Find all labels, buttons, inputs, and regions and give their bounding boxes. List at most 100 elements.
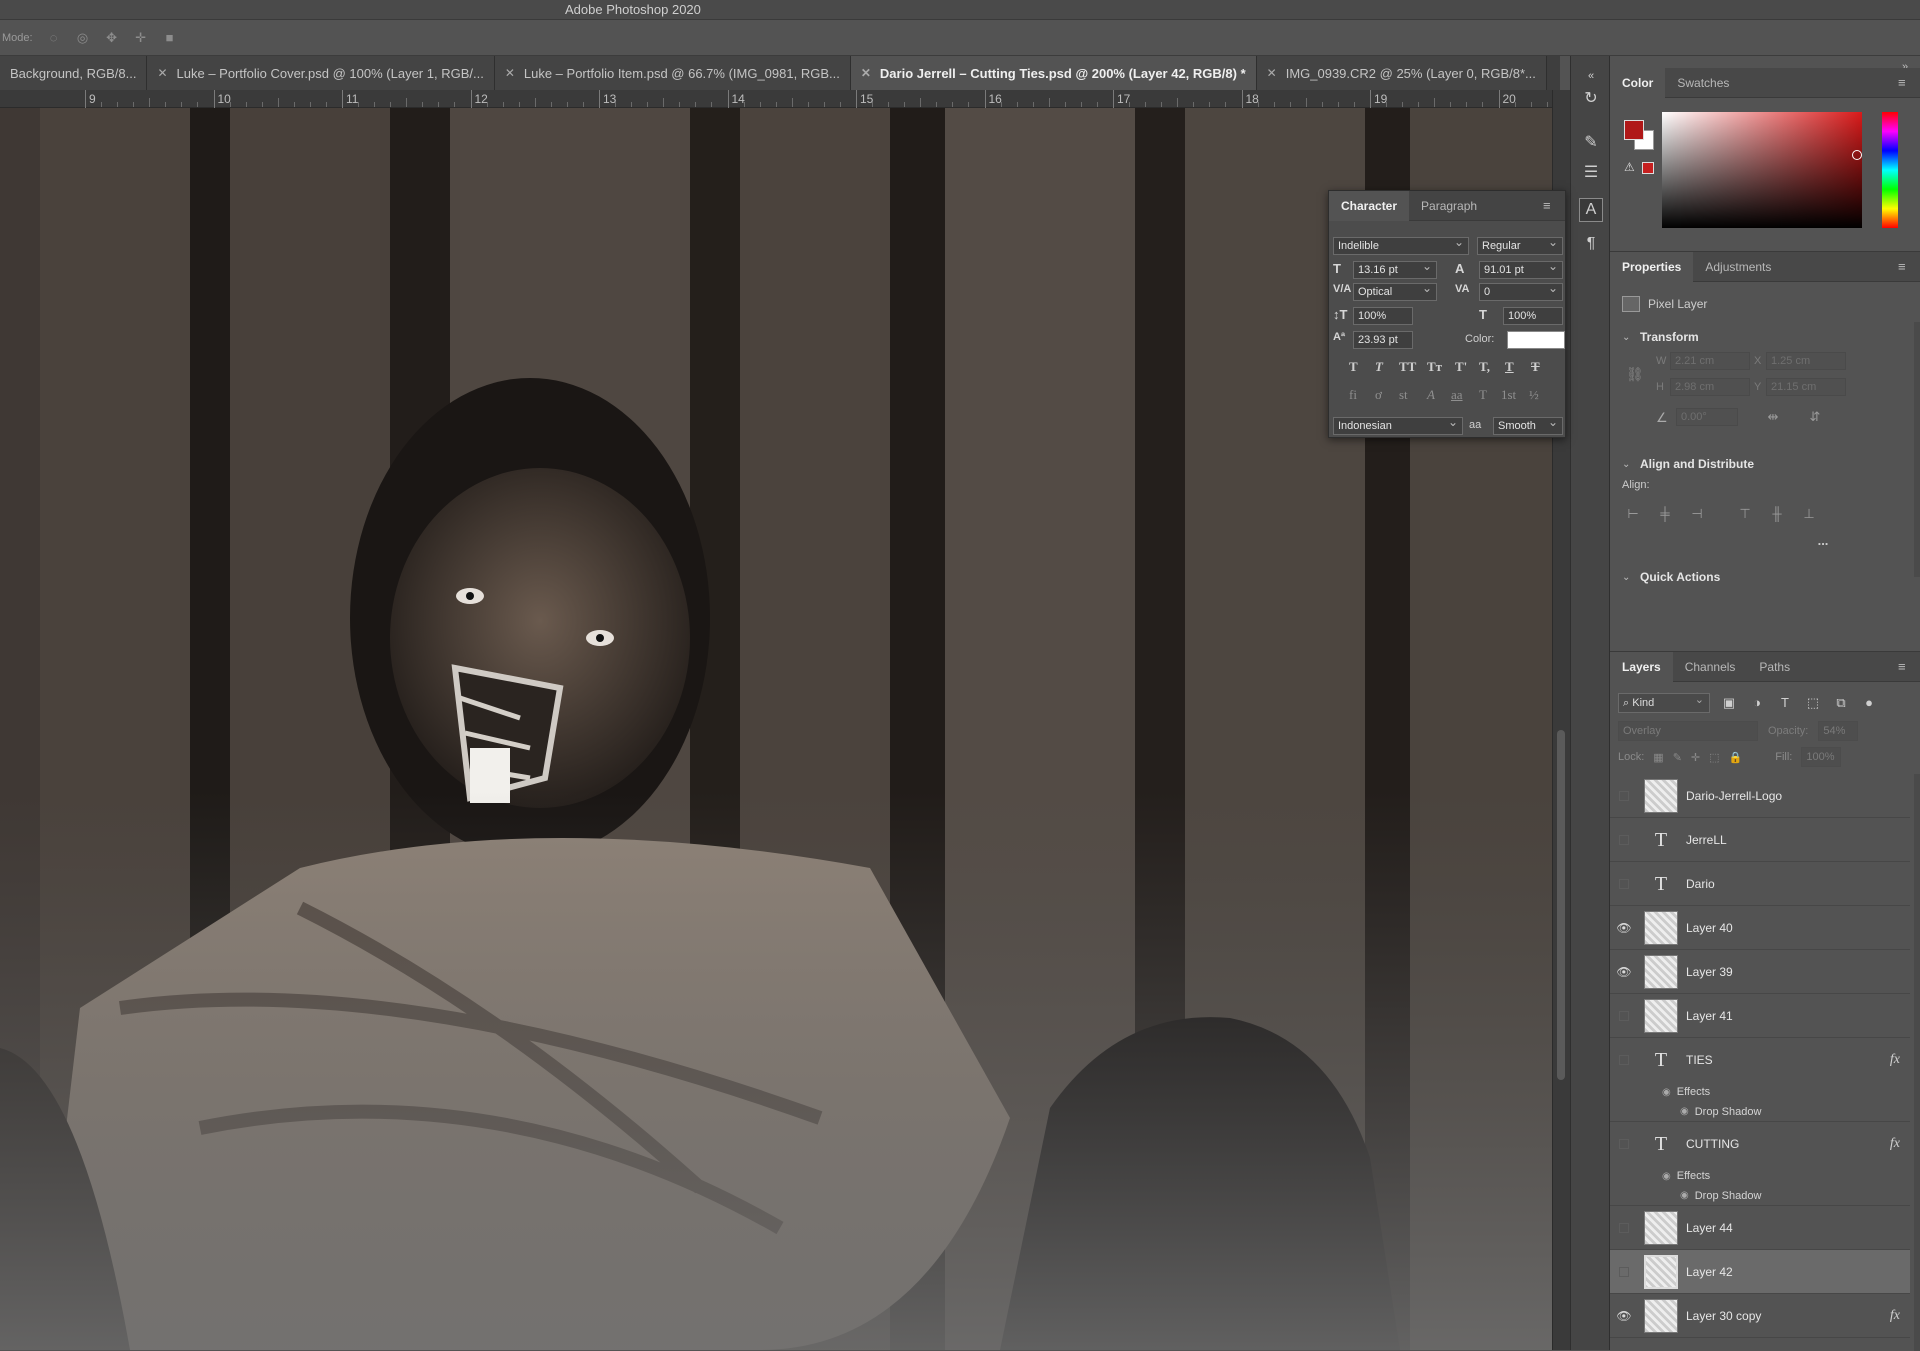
character-panel-icon[interactable]: A xyxy=(1579,198,1603,222)
blend-mode-select[interactable]: Overlay xyxy=(1618,721,1758,741)
visibility-toggle[interactable] xyxy=(1619,834,1629,845)
angle-field[interactable]: 0.00° xyxy=(1676,408,1738,426)
panel-menu-icon[interactable]: ≡ xyxy=(1543,199,1557,213)
antialias-select[interactable]: Smooth xyxy=(1493,414,1563,435)
align-section-header[interactable]: ⌄ Align and Distribute xyxy=(1622,457,1754,471)
height-field[interactable]: 2.98 cm xyxy=(1670,378,1750,396)
eye-icon[interactable]: ◉ xyxy=(1680,1190,1689,1201)
layer-row[interactable]: Layer 41 xyxy=(1610,994,1910,1038)
layer-row[interactable]: Dario-Jerrell-Logo xyxy=(1610,774,1910,818)
panel-menu-icon[interactable]: ≡ xyxy=(1898,76,1912,90)
faux-italic-button[interactable]: T xyxy=(1375,359,1383,375)
discretionary-ligatures-button[interactable]: st xyxy=(1399,387,1408,403)
align-top-edges-icon[interactable]: ⊤ xyxy=(1736,505,1754,523)
properties-scrollbar[interactable] xyxy=(1914,322,1920,577)
superscript-button[interactable]: T' xyxy=(1455,359,1467,375)
align-horizontal-centers-icon[interactable]: ╪ xyxy=(1656,505,1674,523)
color-picker-ring[interactable] xyxy=(1852,150,1862,160)
align-left-edges-icon[interactable]: ⊢ xyxy=(1624,505,1642,523)
tab-paragraph[interactable]: Paragraph xyxy=(1409,191,1489,221)
adjustment-filter-icon[interactable]: ◑ xyxy=(1748,694,1766,712)
panel-menu-icon[interactable]: ≡ xyxy=(1898,260,1912,274)
fx-icon[interactable]: fx xyxy=(1890,1052,1900,1068)
align-vertical-centers-icon[interactable]: ╫ xyxy=(1768,505,1786,523)
eye-icon[interactable]: 👁 xyxy=(1610,1309,1638,1323)
opacity-field[interactable]: 54% xyxy=(1818,721,1859,741)
filter-toggle-icon[interactable]: ● xyxy=(1860,694,1878,712)
eye-icon[interactable]: ◉ xyxy=(1662,1087,1671,1098)
paragraph-panel-icon[interactable]: ¶ xyxy=(1579,232,1603,256)
eye-icon[interactable]: 👁 xyxy=(1610,921,1638,935)
lock-position-icon[interactable]: ✛ xyxy=(1691,751,1700,764)
horizontal-ruler[interactable]: 9 10 11 12 13 14 15 16 17 18 19 20 xyxy=(0,90,1612,108)
close-icon[interactable]: ✕ xyxy=(861,66,871,80)
tab-swatches[interactable]: Swatches xyxy=(1665,68,1741,98)
strikethrough-button[interactable]: T xyxy=(1531,359,1540,375)
effects-row[interactable]: ◉ Effects xyxy=(1610,1082,1910,1102)
tab-layers[interactable]: Layers xyxy=(1610,651,1673,682)
layer-row[interactable]: T Dario xyxy=(1610,862,1910,906)
drop-shadow-row[interactable]: ◉ Drop Shadow xyxy=(1610,1186,1910,1206)
layer-row[interactable]: 👁 Layer 39 xyxy=(1610,950,1910,994)
close-icon[interactable]: ✕ xyxy=(505,66,515,80)
layer-row[interactable]: T TIES fx xyxy=(1610,1038,1910,1082)
tab-document-1[interactable]: Background, RGB/8... xyxy=(0,56,148,90)
shape-filter-icon[interactable]: ⬚ xyxy=(1804,694,1822,712)
fx-icon[interactable]: fx xyxy=(1890,1136,1900,1152)
eye-icon[interactable]: ◉ xyxy=(1662,1171,1671,1182)
type-filter-icon[interactable]: T xyxy=(1776,694,1794,712)
document-canvas[interactable] xyxy=(0,108,1552,1350)
align-bottom-edges-icon[interactable]: ⊥ xyxy=(1800,505,1818,523)
close-icon[interactable]: ✕ xyxy=(157,66,167,80)
layer-row[interactable]: 👁 Layer 30 copy fx xyxy=(1610,1294,1910,1338)
link-icon[interactable]: ⛓ xyxy=(1626,366,1644,383)
lock-all-icon[interactable]: 🔒 xyxy=(1729,751,1743,764)
quick-actions-header[interactable]: ⌄ Quick Actions xyxy=(1622,570,1720,584)
layer-row[interactable]: T CUTTING fx xyxy=(1610,1122,1910,1166)
titling-alternates-button[interactable]: T xyxy=(1479,387,1487,403)
lock-artboard-icon[interactable]: ⬚ xyxy=(1709,751,1719,764)
fx-icon[interactable]: fx xyxy=(1890,1308,1900,1324)
layer-row[interactable]: 👁 Layer 40 xyxy=(1610,906,1910,950)
tab-document-2[interactable]: ✕ Luke – Portfolio Cover.psd @ 100% (Laye… xyxy=(147,56,495,90)
tab-adjustments[interactable]: Adjustments xyxy=(1693,252,1783,282)
foreground-color-swatch[interactable] xyxy=(1624,120,1644,140)
visibility-toggle[interactable] xyxy=(1619,790,1629,801)
tab-character[interactable]: Character xyxy=(1329,190,1410,221)
align-right-edges-icon[interactable]: ⊣ xyxy=(1688,505,1706,523)
ordinals-button[interactable]: 1st xyxy=(1501,387,1516,403)
visibility-toggle[interactable] xyxy=(1619,1222,1629,1233)
flip-vertical-icon[interactable]: ⇵ xyxy=(1806,408,1824,426)
vertical-scale-field[interactable]: 100% xyxy=(1353,307,1413,325)
font-style-select[interactable]: Regular xyxy=(1477,234,1563,255)
stylistic-alternates-button[interactable]: aa xyxy=(1451,387,1463,403)
lock-pixels-icon[interactable]: ✎ xyxy=(1673,751,1682,764)
y-field[interactable]: 21.15 cm xyxy=(1766,378,1846,396)
tab-channels[interactable]: Channels xyxy=(1673,652,1748,682)
layer-row[interactable]: T JerreLL xyxy=(1610,818,1910,862)
effects-row[interactable]: ◉ Effects xyxy=(1610,1166,1910,1186)
filter-kind-select[interactable]: ⌕ Kind xyxy=(1618,691,1710,713)
text-color-swatch[interactable] xyxy=(1507,331,1565,349)
ligatures-button[interactable]: fi xyxy=(1349,387,1357,403)
tracking-select[interactable]: 0 xyxy=(1479,280,1563,301)
visibility-toggle[interactable] xyxy=(1619,1139,1629,1149)
all-caps-button[interactable]: TT xyxy=(1399,359,1416,375)
subscript-button[interactable]: T, xyxy=(1479,359,1490,375)
baseline-shift-field[interactable]: 23.93 pt xyxy=(1353,331,1413,349)
tab-document-4[interactable]: ✕ Dario Jerrell – Cutting Ties.psd @ 200%… xyxy=(850,56,1257,90)
flip-horizontal-icon[interactable]: ⇹ xyxy=(1764,408,1782,426)
eye-icon[interactable]: ◉ xyxy=(1680,1106,1689,1117)
tab-color[interactable]: Color xyxy=(1610,67,1666,98)
kerning-select[interactable]: Optical xyxy=(1353,280,1437,301)
panel-menu-icon[interactable]: ≡ xyxy=(1898,660,1912,674)
eye-icon[interactable]: 👁 xyxy=(1610,965,1638,979)
tab-document-3[interactable]: ✕ Luke – Portfolio Item.psd @ 66.7% (IMG_… xyxy=(494,56,851,90)
layer-row[interactable]: Layer 44 xyxy=(1610,1206,1910,1250)
collapse-panels-icon[interactable]: « xyxy=(1579,64,1603,88)
tab-paths[interactable]: Paths xyxy=(1747,652,1802,682)
visibility-toggle[interactable] xyxy=(1619,1266,1629,1277)
brush-settings-icon[interactable]: ✎ xyxy=(1579,130,1603,154)
color-spectrum-picker[interactable] xyxy=(1662,112,1862,228)
drop-shadow-row[interactable]: ◉ Drop Shadow xyxy=(1610,1102,1910,1122)
